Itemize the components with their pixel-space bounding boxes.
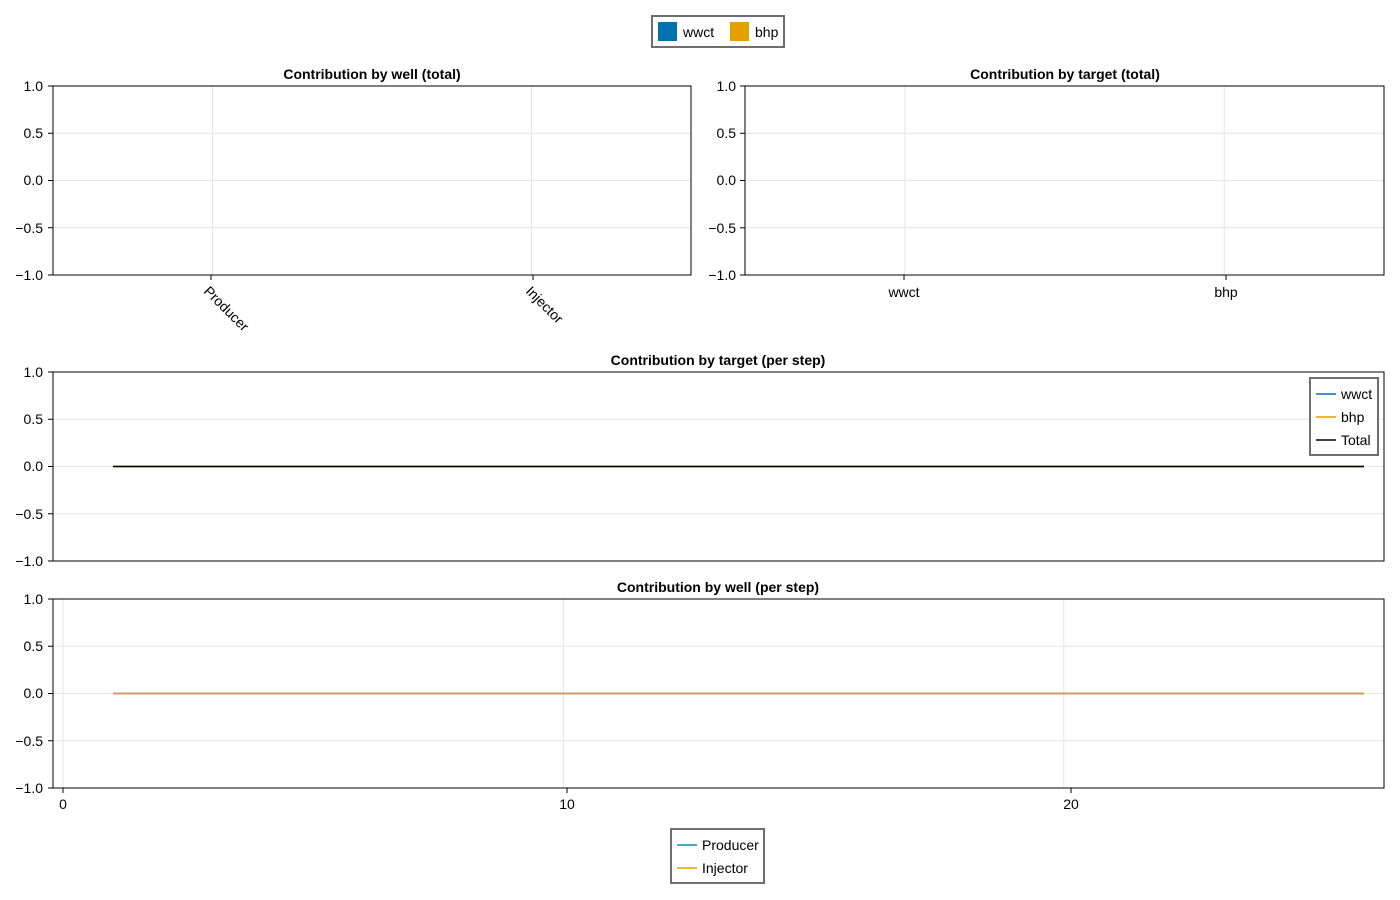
y-tick-label: 0.0 xyxy=(24,172,44,188)
x-tick-label-bhp: bhp xyxy=(1214,284,1238,300)
y-tick-label: 1.0 xyxy=(24,364,44,380)
bottom-legend: Producer Injector xyxy=(670,828,765,884)
top-legend: wwct bhp xyxy=(651,15,785,48)
y-tick-label: 0.5 xyxy=(24,411,44,427)
y-tick-label: 0.5 xyxy=(24,125,44,141)
y-tick-label: 0.0 xyxy=(24,685,44,701)
x-tick-label-wwct: wwct xyxy=(887,284,919,300)
legend-label-producer: Producer xyxy=(702,837,759,853)
x-axis: wwct bhp xyxy=(887,275,1238,300)
legend-label-bhp: bhp xyxy=(1341,409,1365,425)
y-tick-label: 0.0 xyxy=(24,458,44,474)
y-tick-label: 1.0 xyxy=(24,591,44,607)
chart-title: Contribution by well (total) xyxy=(283,66,460,82)
chart-title: Contribution by well (per step) xyxy=(617,579,819,595)
figure: wwct bhp Contribution by well (total) 1.… xyxy=(15,15,1385,884)
x-tick-label: 10 xyxy=(559,796,575,812)
y-tick-label: 1.0 xyxy=(24,78,44,94)
panel-target-total: Contribution by target (total) 1.0 0.5 0… xyxy=(708,66,1385,300)
panel-well-total: Contribution by well (total) 1.0 0.5 0.0… xyxy=(15,66,692,335)
series-legend: wwct bhp Total xyxy=(1309,377,1379,456)
y-tick-label: 0.5 xyxy=(24,638,44,654)
y-tick-label: 0.0 xyxy=(717,172,737,188)
x-tick-label-injector: Injector xyxy=(523,283,567,327)
y-tick-label: −1.0 xyxy=(15,780,43,796)
y-tick-label: −0.5 xyxy=(15,506,43,522)
y-axis: 1.0 0.5 0.0 −0.5 −1.0 xyxy=(15,364,43,569)
y-tick-label: −1.0 xyxy=(708,267,736,283)
y-tick-label: −0.5 xyxy=(15,220,43,236)
y-tick-label: 1.0 xyxy=(717,78,737,94)
legend-label-injector: Injector xyxy=(702,860,748,876)
y-axis: 1.0 0.5 0.0 −0.5 −1.0 xyxy=(708,78,736,283)
legend-label-bhp: bhp xyxy=(755,24,779,40)
x-tick-label-producer: Producer xyxy=(201,283,253,335)
panel-well-step: Contribution by well (per step) 1.0 0.5 … xyxy=(15,579,1385,812)
y-tick-label: −1.0 xyxy=(15,553,43,569)
x-tick-label: 20 xyxy=(1063,796,1079,812)
x-axis: 0 10 20 xyxy=(59,788,1079,812)
x-axis: Producer Injector xyxy=(201,275,567,335)
chart-title: Contribution by target (total) xyxy=(970,66,1160,82)
y-tick-label: 0.5 xyxy=(717,125,737,141)
y-tick-label: −1.0 xyxy=(15,267,43,283)
y-axis: 1.0 0.5 0.0 −0.5 −1.0 xyxy=(15,591,43,796)
y-tick-label: −0.5 xyxy=(15,733,43,749)
legend-label-wwct: wwct xyxy=(1340,386,1372,402)
legend-label-wwct: wwct xyxy=(682,24,714,40)
legend-swatch-wwct xyxy=(658,22,677,41)
legend-label-total: Total xyxy=(1341,432,1371,448)
y-tick-label: −0.5 xyxy=(708,220,736,236)
panel-target-step: Contribution by target (per step) 1.0 0.… xyxy=(15,352,1385,569)
legend-swatch-bhp xyxy=(730,22,749,41)
x-tick-label: 0 xyxy=(59,796,67,812)
chart-title: Contribution by target (per step) xyxy=(611,352,826,368)
y-axis: 1.0 0.5 0.0 −0.5 −1.0 xyxy=(15,78,43,283)
